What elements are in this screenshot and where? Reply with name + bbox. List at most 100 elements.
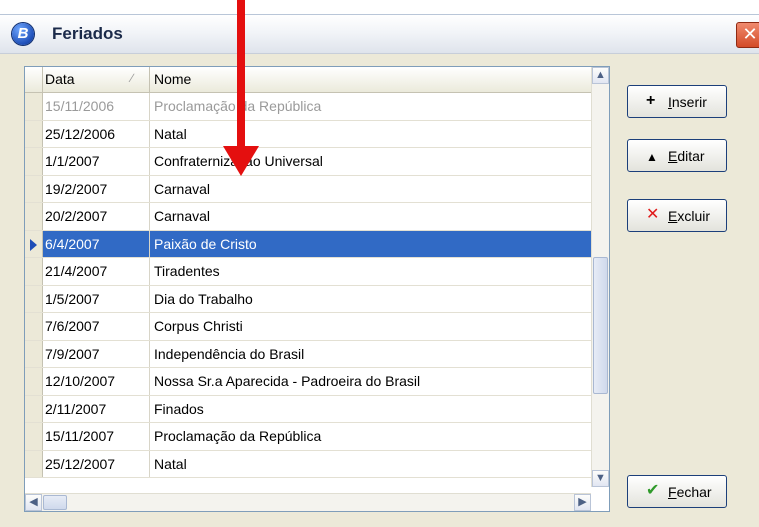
cell-date: 7/6/2007: [45, 318, 100, 334]
column-header-nome[interactable]: Nome: [154, 71, 191, 87]
cell-separator: [149, 313, 150, 340]
cell-date: 15/11/2006: [45, 98, 115, 114]
table-row[interactable]: 12/10/2007 Nossa Sr.a Aparecida - Padroei…: [25, 368, 591, 396]
table-row[interactable]: 6/4/2007 Paixão de Cristo: [25, 230, 591, 258]
row-indicator[interactable]: [25, 368, 43, 395]
holidays-grid[interactable]: Data ∕ Nome 15/11/2006 Proclamação da Rep…: [24, 66, 610, 512]
excluir-label: Excluir: [668, 208, 711, 224]
title-bar[interactable]: B Feriados ✕: [0, 15, 759, 54]
table-row[interactable]: 7/9/2007 Independência do Brasil: [25, 340, 591, 368]
cell-separator: [149, 395, 150, 422]
cell-name: Tiradentes: [154, 263, 220, 279]
cell-separator: [149, 93, 150, 120]
current-row-arrow-icon: [30, 238, 37, 251]
row-indicator[interactable]: [25, 395, 43, 422]
table-row[interactable]: 1/1/2007 Confraternização Universal: [25, 148, 591, 176]
cell-date: 12/10/2007: [45, 373, 116, 389]
cell-date: 6/4/2007: [45, 235, 100, 252]
cell-separator: [149, 450, 150, 477]
fechar-button[interactable]: ✔ Fechar: [627, 475, 727, 508]
cell-name: Corpus Christi: [154, 318, 243, 334]
row-indicator[interactable]: [25, 203, 43, 230]
cell-date: 2/11/2007: [45, 400, 107, 417]
cell-date: 20/2/2007: [45, 208, 108, 224]
cell-separator: [149, 148, 150, 175]
row-indicator[interactable]: [25, 258, 43, 285]
delete-x-icon: ✕: [646, 206, 660, 223]
table-row[interactable]: 21/4/2007 Tiradentes: [25, 258, 591, 286]
cell-name: Nossa Sr.a Aparecida - Padroeira do Bras…: [154, 373, 421, 389]
scroll-down-icon[interactable]: ▼: [592, 470, 609, 487]
scroll-left-icon[interactable]: ◀: [25, 494, 42, 511]
table-row[interactable]: 7/6/2007 Corpus Christi: [25, 313, 591, 341]
scroll-right-icon[interactable]: ▶: [574, 494, 591, 511]
cell-name: Proclamação da República: [154, 428, 322, 444]
sort-indicator-icon: ∕: [131, 71, 134, 85]
table-row[interactable]: 25/12/2006 Natal: [25, 120, 591, 148]
table-row[interactable]: 19/2/2007 Carnaval: [25, 175, 591, 203]
cell-date: 21/4/2007: [45, 263, 108, 279]
column-separator[interactable]: [149, 67, 150, 92]
cell-separator: [149, 203, 150, 230]
cell-separator: [149, 175, 150, 202]
column-header-data[interactable]: Data: [45, 71, 145, 87]
cell-date: 1/1/2007: [45, 153, 100, 169]
table-row[interactable]: 15/11/2006 Proclamação da República: [25, 93, 591, 121]
grid-header: Data ∕ Nome: [25, 67, 591, 93]
scroll-up-icon[interactable]: ▲: [592, 67, 609, 84]
cell-name: Carnaval: [154, 180, 211, 197]
row-indicator[interactable]: [25, 120, 43, 147]
cell-name: Paixão de Cristo: [154, 235, 257, 252]
table-row[interactable]: 2/11/2007 Finados: [25, 395, 591, 423]
cell-name: Finados: [154, 400, 204, 417]
row-indicator[interactable]: [25, 148, 43, 175]
annotation-arrow-shaft: [237, 0, 245, 150]
cell-separator: [149, 423, 150, 450]
cell-date: 15/11/2007: [45, 428, 115, 444]
cell-date: 25/12/2007: [45, 455, 116, 472]
cell-name: Dia do Trabalho: [154, 290, 253, 307]
horizontal-scroll-thumb[interactable]: [43, 495, 67, 510]
cell-date: 7/9/2007: [45, 345, 100, 362]
close-button[interactable]: ✕: [736, 22, 759, 48]
grid-rows: 15/11/2006 Proclamação da República 25/12/…: [25, 93, 591, 478]
row-indicator[interactable]: [25, 175, 43, 202]
cell-separator: [149, 285, 150, 312]
horizontal-scrollbar[interactable]: ◀ ▶: [25, 493, 591, 511]
annotation-arrow-head-icon: [223, 146, 259, 176]
triangle-up-icon: ▲: [646, 150, 658, 164]
excluir-button[interactable]: ✕ Excluir: [627, 199, 727, 232]
table-row[interactable]: 15/11/2007 Proclamação da República: [25, 423, 591, 451]
cell-date: 1/5/2007: [45, 290, 100, 307]
checkmark-icon: ✔: [646, 482, 660, 499]
feriados-window: B Feriados ✕ Data ∕ Nome 15/11/2006 Procl…: [0, 14, 759, 527]
cell-name: Natal: [154, 455, 187, 472]
cell-separator: [149, 368, 150, 395]
row-indicator[interactable]: [25, 450, 43, 477]
table-row[interactable]: 1/5/2007 Dia do Trabalho: [25, 285, 591, 313]
table-row[interactable]: 20/2/2007 Carnaval: [25, 203, 591, 231]
cell-name: Carnaval: [154, 208, 211, 224]
row-indicator[interactable]: [25, 93, 43, 120]
table-row[interactable]: 25/12/2007 Natal: [25, 450, 591, 478]
editar-label: Editar: [668, 148, 705, 164]
row-indicator[interactable]: [25, 340, 43, 367]
row-indicator[interactable]: [25, 285, 43, 312]
vertical-scrollbar[interactable]: ▲ ▼: [591, 67, 609, 487]
row-indicator[interactable]: [25, 230, 43, 257]
cell-separator: [149, 340, 150, 367]
cell-name: Natal: [154, 125, 187, 142]
row-indicator[interactable]: [25, 423, 43, 450]
row-indicator-header: [25, 67, 43, 92]
window-title: Feriados: [52, 24, 123, 43]
app-logo-icon: B: [12, 23, 34, 45]
plus-icon: +: [646, 92, 656, 109]
fechar-label: Fechar: [668, 484, 712, 500]
vertical-scroll-thumb[interactable]: [593, 257, 608, 394]
cell-date: 25/12/2006: [45, 125, 116, 142]
editar-button[interactable]: ▲ Editar: [627, 139, 727, 172]
cell-separator: [149, 120, 150, 147]
row-indicator[interactable]: [25, 313, 43, 340]
inserir-button[interactable]: + Inserir: [627, 85, 727, 118]
inserir-label: Inserir: [668, 94, 707, 110]
